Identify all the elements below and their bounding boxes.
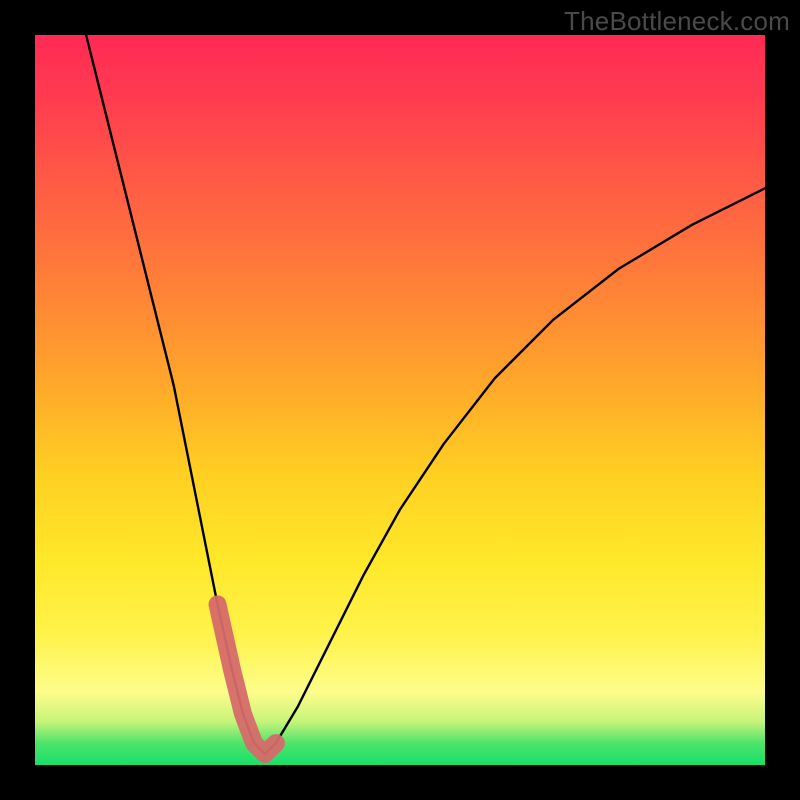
bottleneck-curve xyxy=(86,35,765,754)
valley-highlight xyxy=(218,604,276,754)
chart-stage: TheBottleneck.com xyxy=(0,0,800,800)
curve-svg xyxy=(35,35,765,765)
watermark-text: TheBottleneck.com xyxy=(564,6,790,37)
plot-area xyxy=(35,35,765,765)
